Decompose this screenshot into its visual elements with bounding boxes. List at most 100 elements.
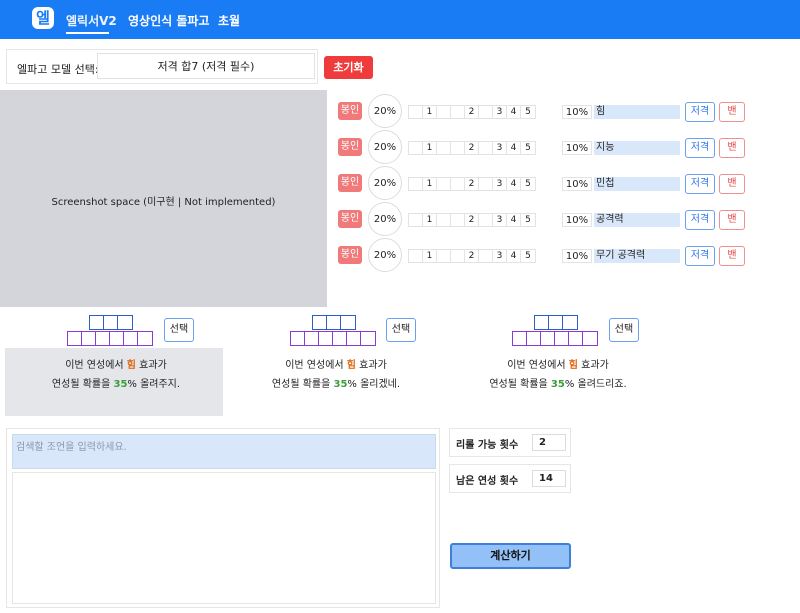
advice-search-input[interactable]: 검색할 조언을 입력하세요.: [12, 434, 436, 469]
level-cell: 5: [525, 143, 531, 153]
select-button[interactable]: 선택: [609, 318, 639, 342]
level-cell: 4: [507, 106, 521, 118]
option-name: 무기 공격력: [594, 249, 680, 263]
advice-choice-1[interactable]: 선택 이번 연성에서 힘 효과가 연성될 확률을 35% 올려주지.: [5, 312, 227, 416]
level-bar: 1 2 345: [408, 177, 536, 191]
top-navbar: 엘 엘릭서V2 영상인식 돌파고 초월: [0, 0, 800, 39]
level-cell: [409, 178, 423, 190]
level-cell: 5: [525, 251, 531, 261]
seal-button[interactable]: 봉인: [338, 174, 362, 192]
sniper-button[interactable]: 저격: [685, 246, 715, 266]
sniper-button[interactable]: 저격: [685, 102, 715, 122]
level-cell: [451, 142, 465, 154]
option-row: 봉인 20% 1 2 345 10% 공격력 저격 밴: [338, 202, 758, 236]
screenshot-placeholder: Screenshot space (미구현 | Not implemented): [51, 197, 276, 208]
reroll-count-label: 리롤 가능 횟수: [456, 440, 519, 451]
level-cell: [409, 106, 423, 118]
option-percent: 10%: [562, 141, 592, 155]
reroll-count-input[interactable]: 2: [532, 434, 566, 451]
chance-circle: 20%: [368, 166, 402, 200]
ban-button[interactable]: 밴: [719, 246, 745, 266]
chance-circle: 20%: [368, 238, 402, 272]
model-select-dropdown[interactable]: 저격 합7 (저격 필수): [97, 53, 315, 79]
level-cell: [437, 142, 451, 154]
level-cell: 1: [423, 106, 437, 118]
remaining-count-input[interactable]: 14: [532, 470, 566, 487]
seal-button[interactable]: 봉인: [338, 138, 362, 156]
level-cell: 4: [507, 142, 521, 154]
level-cell: 2: [465, 106, 479, 118]
level-cell: [409, 142, 423, 154]
screenshot-area: Screenshot space (미구현 | Not implemented): [0, 90, 327, 307]
sniper-button[interactable]: 저격: [685, 210, 715, 230]
sniper-button[interactable]: 저격: [685, 138, 715, 158]
select-button[interactable]: 선택: [164, 318, 194, 342]
calculate-button[interactable]: 계산하기: [450, 543, 571, 569]
chance-circle: 20%: [368, 202, 402, 236]
ban-button[interactable]: 밴: [719, 174, 745, 194]
level-cell: 5: [525, 107, 531, 117]
advice-text: 이번 연성에서 힘 효과가 연성될 확률을 35% 올려주지.: [51, 360, 181, 390]
seal-button[interactable]: 봉인: [338, 102, 362, 120]
ban-button[interactable]: 밴: [719, 210, 745, 230]
level-cell: [437, 250, 451, 262]
level-bar: 1 2 345: [408, 249, 536, 263]
level-cell: [409, 250, 423, 262]
level-cell: 2: [465, 214, 479, 226]
level-cell: 1: [423, 178, 437, 190]
grid-bottom: [67, 331, 153, 346]
advice-search-panel: 검색할 조언을 입력하세요.: [6, 428, 440, 608]
level-cell: [479, 178, 493, 190]
level-cell: [451, 106, 465, 118]
level-cell: 2: [465, 250, 479, 262]
nav-active-indicator: [66, 32, 109, 34]
seal-button[interactable]: 봉인: [338, 210, 362, 228]
level-cell: 5: [525, 215, 531, 225]
advice-text: 이번 연성에서 힘 효과가 연성될 확률을 35% 올리겠네.: [271, 360, 401, 390]
reset-button[interactable]: 초기화: [324, 56, 373, 79]
option-name: 지능: [594, 141, 680, 155]
option-name: 민첩: [594, 177, 680, 191]
chance-circle: 20%: [368, 94, 402, 128]
grid-top: [534, 315, 578, 330]
ban-button[interactable]: 밴: [719, 102, 745, 122]
level-cell: 3: [493, 214, 507, 226]
level-bar: 1 2 345: [408, 105, 536, 119]
nav-elixir-v2[interactable]: 엘릭서V2: [66, 12, 117, 29]
level-cell: 4: [507, 178, 521, 190]
option-name: 힘: [594, 105, 680, 119]
level-cell: 3: [493, 178, 507, 190]
advice-text: 이번 연성에서 힘 효과가 연성될 확률을 35% 올려드리죠.: [489, 360, 627, 390]
level-cell: 2: [465, 142, 479, 154]
level-cell: [479, 250, 493, 262]
level-cell: [451, 250, 465, 262]
select-button[interactable]: 선택: [386, 318, 416, 342]
advice-choice-2[interactable]: 선택 이번 연성에서 힘 효과가 연성될 확률을 35% 올리겠네.: [225, 312, 447, 416]
level-cell: [479, 106, 493, 118]
nav-transcendence[interactable]: 초월: [218, 12, 240, 29]
option-row: 봉인 20% 1 2 345 10% 무기 공격력 저격 밴: [338, 238, 758, 272]
option-row: 봉인 20% 1 2 345 10% 힘 저격 밴: [338, 94, 758, 128]
grid-top: [89, 315, 133, 330]
app-logo[interactable]: 엘: [32, 7, 54, 29]
level-cell: 4: [507, 250, 521, 262]
level-bar: 1 2 345: [408, 213, 536, 227]
advice-search-results[interactable]: [12, 472, 436, 604]
option-name: 공격력: [594, 213, 680, 227]
level-cell: 1: [423, 142, 437, 154]
level-cell: 3: [493, 142, 507, 154]
grid-bottom: [512, 331, 598, 346]
nav-video-recognition[interactable]: 영상인식 돌파고: [128, 12, 209, 29]
level-cell: [437, 106, 451, 118]
level-cell: 2: [465, 178, 479, 190]
option-percent: 10%: [562, 177, 592, 191]
sniper-button[interactable]: 저격: [685, 174, 715, 194]
seal-button[interactable]: 봉인: [338, 246, 362, 264]
level-cell: 5: [525, 179, 531, 189]
ban-button[interactable]: 밴: [719, 138, 745, 158]
advice-choice-3[interactable]: 선택 이번 연성에서 힘 효과가 연성될 확률을 35% 올려드리죠.: [447, 312, 669, 416]
level-cell: [479, 142, 493, 154]
level-cell: 3: [493, 106, 507, 118]
option-percent: 10%: [562, 213, 592, 227]
level-cell: 1: [423, 214, 437, 226]
